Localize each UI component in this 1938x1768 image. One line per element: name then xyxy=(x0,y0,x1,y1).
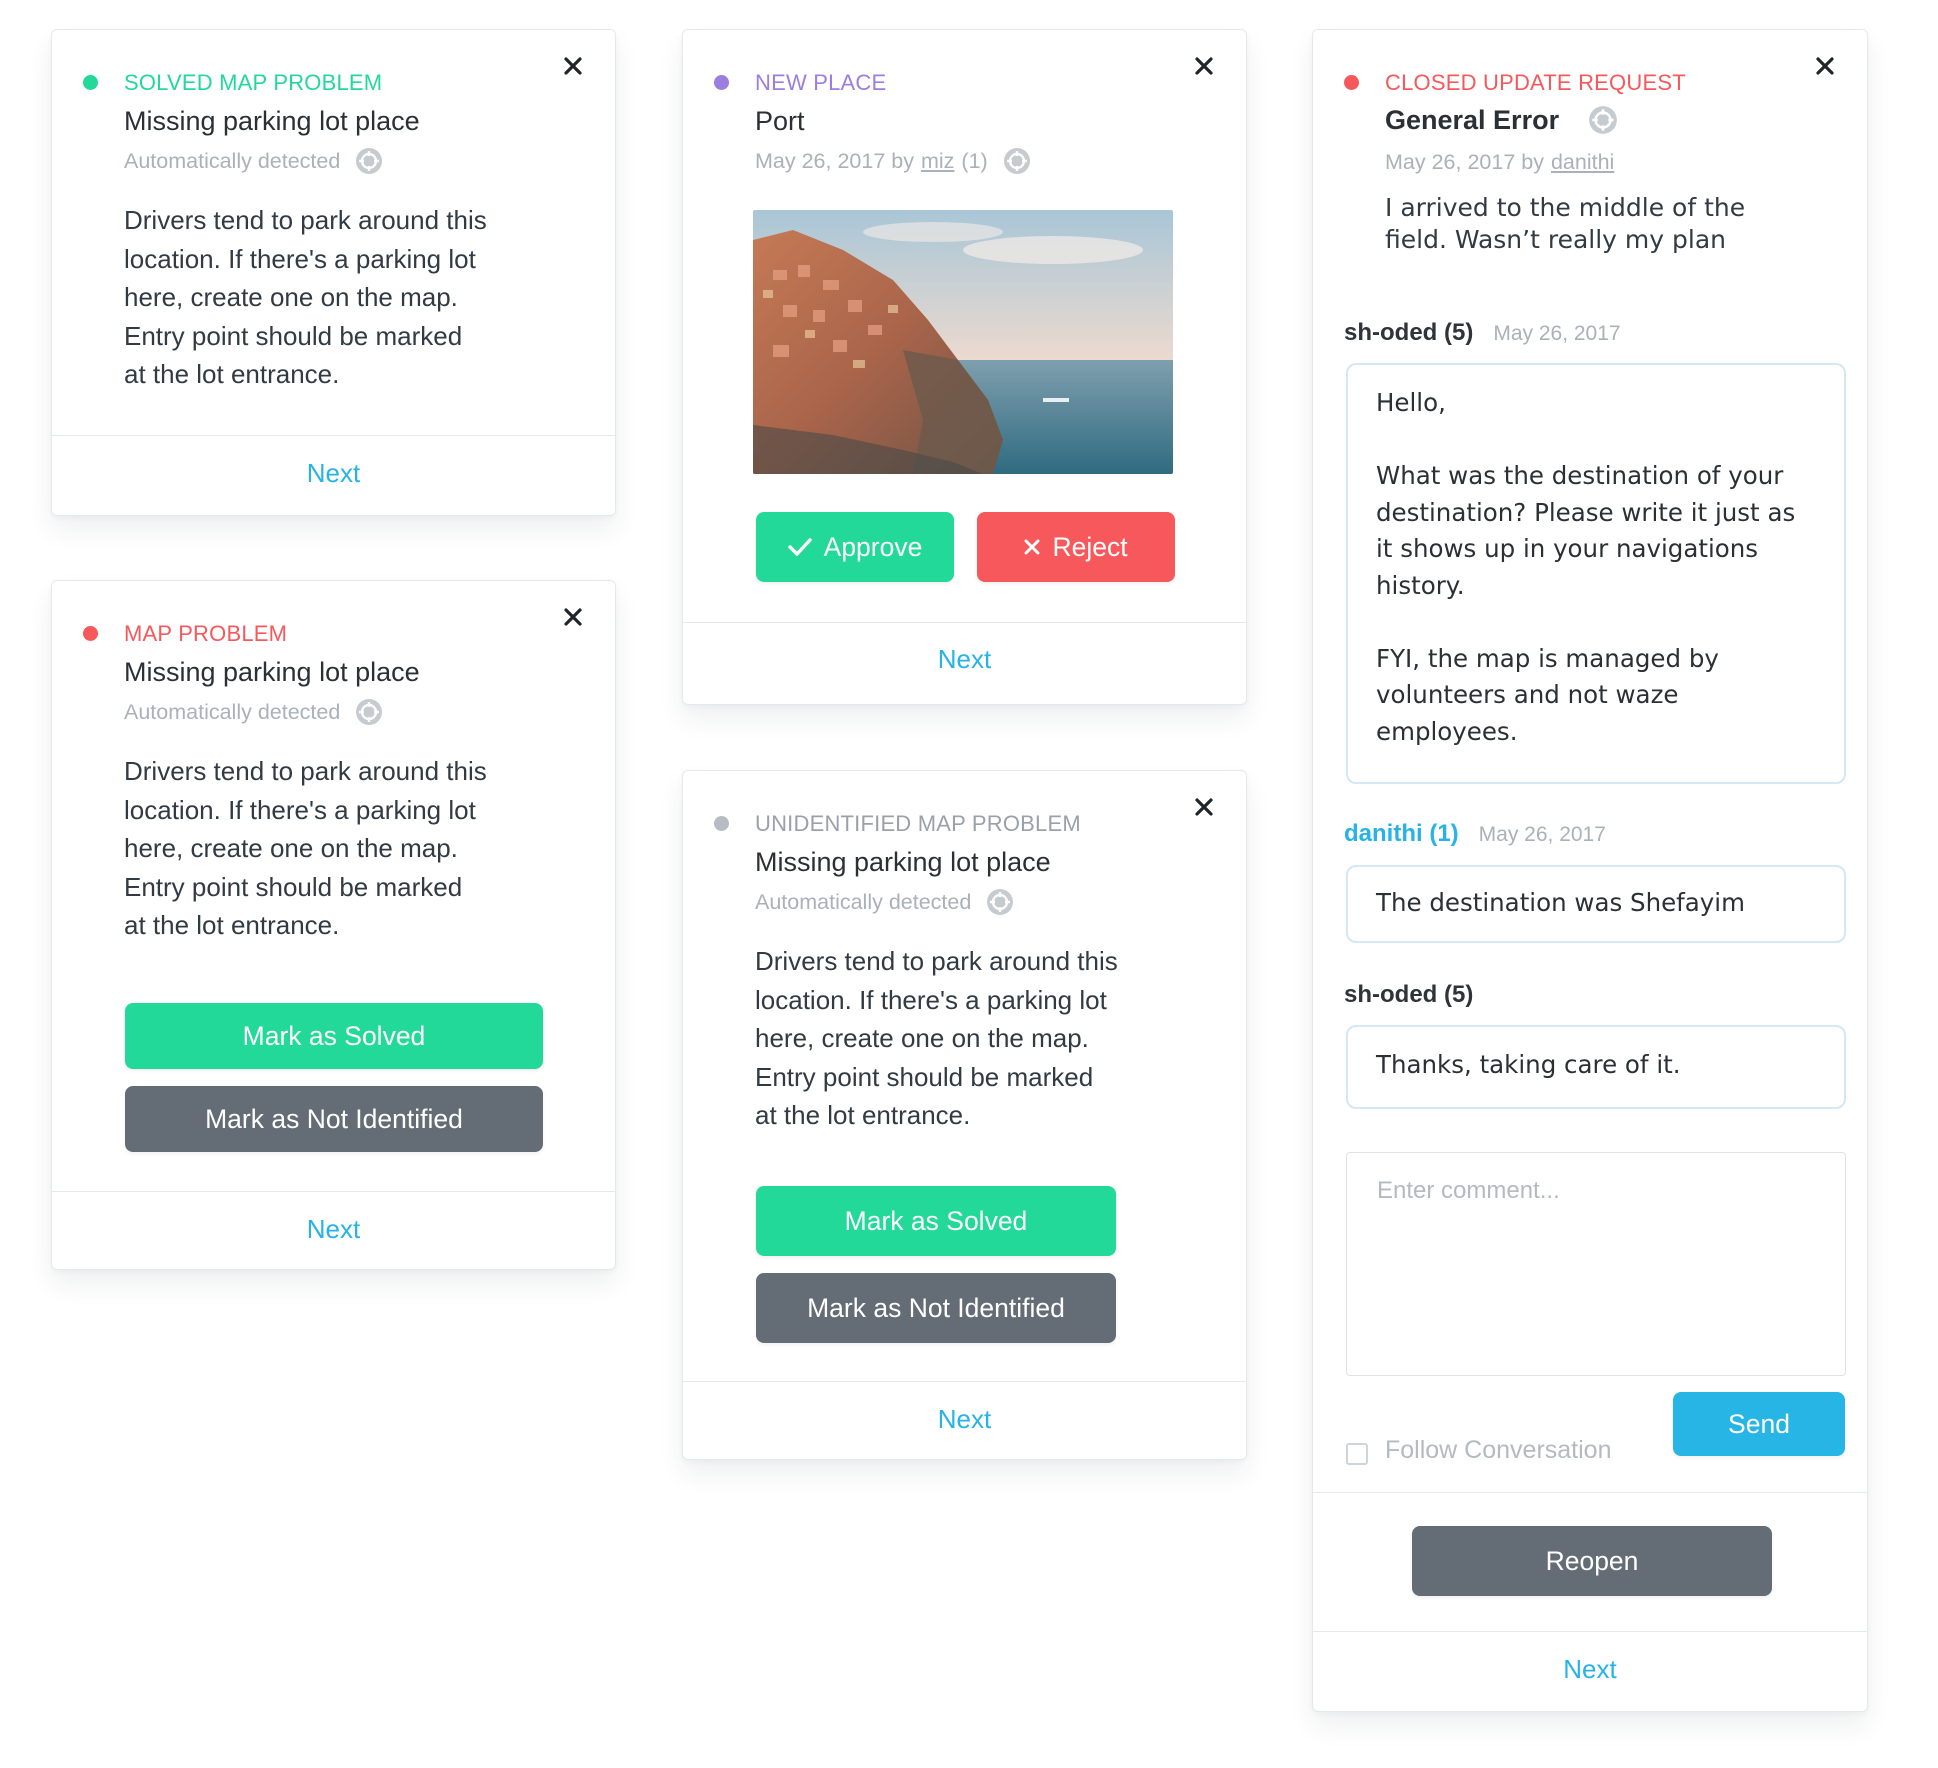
place-photo xyxy=(753,210,1173,474)
divider xyxy=(683,1381,1246,1382)
divider xyxy=(52,435,615,436)
mark-solved-button[interactable]: Mark as Solved xyxy=(756,1186,1116,1256)
card-meta: Automatically detected xyxy=(124,697,384,727)
next-link[interactable]: Next xyxy=(683,1404,1246,1435)
follow-label: Follow Conversation xyxy=(1385,1436,1612,1464)
user-link[interactable]: danithi xyxy=(1551,150,1614,175)
card-title: General Error xyxy=(1385,104,1619,136)
divider xyxy=(683,622,1246,623)
close-icon[interactable] xyxy=(1192,54,1216,78)
status-dot xyxy=(83,75,98,90)
new-place-card: NEW PLACE Port May 26, 2017 by miz (1) A… xyxy=(682,29,1247,705)
card-description: Drivers tend to park around this locatio… xyxy=(755,946,1118,1130)
next-link[interactable]: Next xyxy=(52,1214,615,1245)
comment-date: May 26, 2017 xyxy=(1478,823,1606,846)
comment-input[interactable]: Enter comment... xyxy=(1346,1152,1846,1376)
mark-solved-button[interactable]: Mark as Solved xyxy=(125,1003,543,1069)
card-description: Drivers tend to park around this locatio… xyxy=(124,205,487,389)
reopen-button[interactable]: Reopen xyxy=(1412,1526,1772,1596)
status-dot xyxy=(1344,75,1359,90)
status-dot xyxy=(83,626,98,641)
close-icon xyxy=(1024,539,1040,555)
card-kind: SOLVED MAP PROBLEM xyxy=(124,70,383,95)
closed-update-request-card: CLOSED UPDATE REQUEST General Error May … xyxy=(1312,29,1868,1712)
target-icon xyxy=(354,146,384,176)
target-icon xyxy=(985,887,1015,917)
solved-map-problem-card: SOLVED MAP PROBLEM Missing parking lot p… xyxy=(51,29,616,516)
next-link[interactable]: Next xyxy=(683,644,1246,675)
comment-author: sh-oded (5) May 26, 2017 xyxy=(1344,319,1621,346)
approve-button[interactable]: Approve xyxy=(756,512,954,582)
mark-not-identified-button[interactable]: Mark as Not Identified xyxy=(125,1086,543,1152)
card-kind: NEW PLACE xyxy=(755,70,887,95)
divider xyxy=(52,1191,615,1192)
map-problem-card: MAP PROBLEM Missing parking lot place Au… xyxy=(51,580,616,1270)
auto-detected-label: Automatically detected xyxy=(755,889,972,914)
card-kind: UNIDENTIFIED MAP PROBLEM xyxy=(755,811,1081,836)
check-icon xyxy=(787,538,812,556)
next-link[interactable]: Next xyxy=(1313,1654,1867,1685)
card-description: I arrived to the middle of the field. Wa… xyxy=(1385,193,1746,254)
close-icon[interactable] xyxy=(1192,795,1216,819)
created-date: May 26, 2017 by xyxy=(1385,150,1544,174)
comment-bubble: Thanks, taking care of it. xyxy=(1346,1025,1846,1109)
unidentified-map-problem-card: UNIDENTIFIED MAP PROBLEM Missing parking… xyxy=(682,770,1247,1460)
card-title: Missing parking lot place xyxy=(124,657,420,687)
status-dot xyxy=(714,75,729,90)
reject-label: Reject xyxy=(1052,531,1128,562)
reject-button[interactable]: Reject xyxy=(977,512,1175,582)
target-icon xyxy=(354,697,384,727)
card-description: Drivers tend to park around this locatio… xyxy=(124,756,487,940)
card-meta: May 26, 2017 by danithi xyxy=(1385,150,1621,175)
created-date: May 26, 2017 by xyxy=(755,148,914,173)
close-icon[interactable] xyxy=(561,605,585,629)
user-link[interactable]: miz xyxy=(921,149,954,174)
card-title: Missing parking lot place xyxy=(124,106,420,136)
card-meta: Automatically detected xyxy=(124,146,384,176)
target-icon xyxy=(1587,104,1619,136)
card-meta: May 26, 2017 by miz (1) xyxy=(755,146,1032,176)
comment-bubble: Hello, What was the destination of your … xyxy=(1346,363,1846,784)
next-link[interactable]: Next xyxy=(52,458,615,489)
divider xyxy=(1313,1492,1867,1493)
auto-detected-label: Automatically detected xyxy=(124,148,341,173)
target-icon xyxy=(1002,146,1032,176)
status-dot xyxy=(714,816,729,831)
card-meta: Automatically detected xyxy=(755,887,1015,917)
comment-bubble: The destination was Shefayim xyxy=(1346,865,1846,943)
card-title: Port xyxy=(755,106,805,136)
card-kind: MAP PROBLEM xyxy=(124,621,288,646)
mark-not-identified-button[interactable]: Mark as Not Identified xyxy=(756,1273,1116,1343)
card-title: Missing parking lot place xyxy=(755,847,1051,877)
user-rank: (1) xyxy=(961,148,988,173)
send-button[interactable]: Send xyxy=(1673,1392,1845,1456)
card-kind: CLOSED UPDATE REQUEST xyxy=(1385,70,1686,95)
divider xyxy=(1313,1631,1867,1632)
comment-date: May 26, 2017 xyxy=(1493,322,1621,345)
comment-author: sh-oded (5) xyxy=(1344,981,1474,1008)
approve-label: Approve xyxy=(823,531,923,562)
auto-detected-label: Automatically detected xyxy=(124,699,341,724)
close-icon[interactable] xyxy=(561,54,585,78)
close-icon[interactable] xyxy=(1813,54,1837,78)
comment-author: danithi (1) May 26, 2017 xyxy=(1344,820,1606,847)
follow-checkbox[interactable] xyxy=(1346,1443,1368,1465)
